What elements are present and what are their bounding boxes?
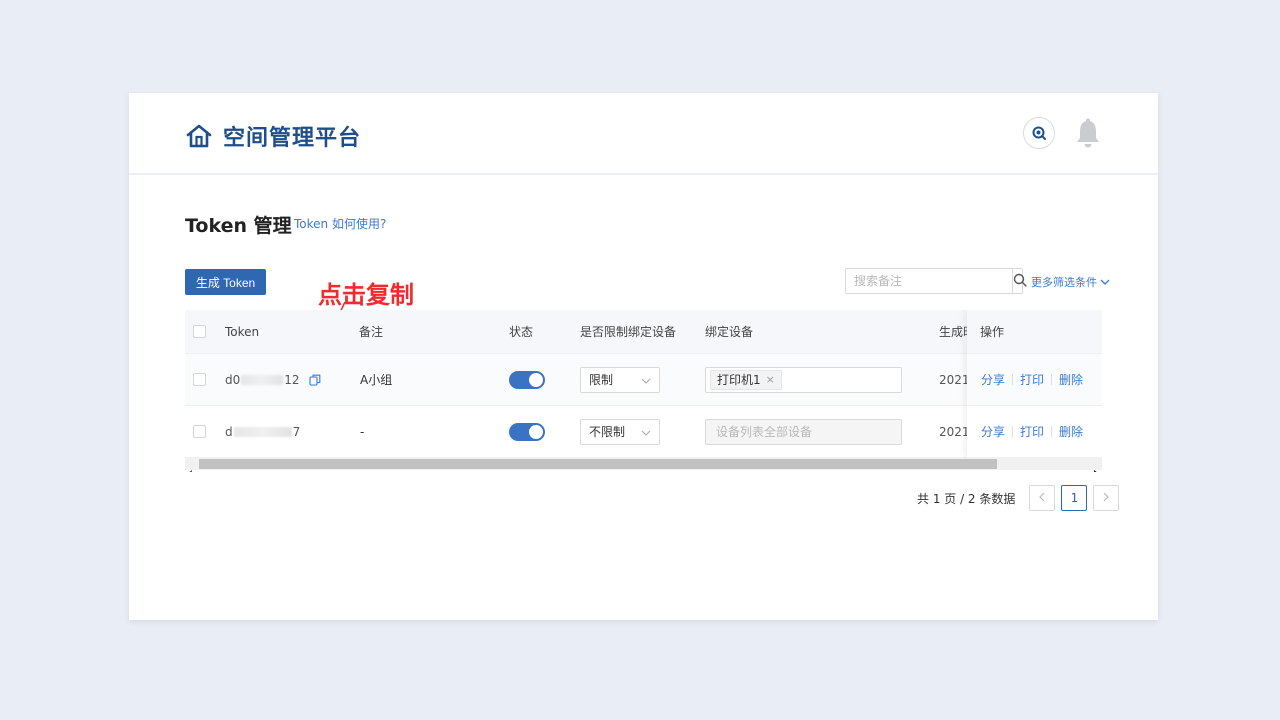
next-page-button[interactable] bbox=[1093, 485, 1120, 511]
tag-close-icon[interactable]: × bbox=[766, 373, 775, 386]
divider bbox=[1051, 374, 1053, 385]
token-prefix: d bbox=[225, 424, 233, 439]
delete-link[interactable]: 删除 bbox=[1059, 423, 1083, 440]
print-link[interactable]: 打印 bbox=[1020, 371, 1044, 388]
search-input[interactable] bbox=[846, 269, 1012, 293]
header-devices: 绑定设备 bbox=[705, 325, 754, 339]
divider bbox=[1012, 426, 1014, 437]
token-redacted bbox=[233, 426, 292, 437]
chevron-down-icon bbox=[641, 373, 651, 387]
select-all-checkbox[interactable] bbox=[193, 325, 206, 338]
token-prefix: d0 bbox=[225, 372, 241, 387]
token-suffix: 7 bbox=[292, 424, 301, 439]
chevron-right-icon bbox=[1103, 491, 1110, 505]
delete-link[interactable]: 删除 bbox=[1059, 371, 1083, 388]
prev-page-button[interactable] bbox=[1029, 485, 1056, 511]
search-icon bbox=[1013, 272, 1027, 291]
header-status: 状态 bbox=[509, 325, 534, 339]
device-tag: 打印机1 × bbox=[710, 369, 782, 390]
page-title: Token 管理 bbox=[185, 215, 292, 237]
print-link[interactable]: 打印 bbox=[1020, 423, 1044, 440]
top-bar: 空间管理平台 bbox=[129, 93, 1158, 175]
page-button[interactable]: 1 bbox=[1061, 485, 1088, 511]
toggle-knob bbox=[529, 424, 543, 439]
brand[interactable]: 空间管理平台 bbox=[185, 120, 361, 152]
chevron-down-icon bbox=[1097, 276, 1110, 289]
share-link[interactable]: 分享 bbox=[981, 423, 1005, 440]
divider bbox=[1012, 374, 1014, 385]
divider bbox=[1051, 426, 1053, 437]
search-box bbox=[845, 268, 1027, 294]
actions-row: 分享 打印 删除 bbox=[967, 406, 1102, 458]
header-actions: 操作 bbox=[967, 310, 1102, 354]
share-link[interactable]: 分享 bbox=[981, 371, 1005, 388]
limit-select[interactable]: 限制 bbox=[580, 366, 660, 393]
device-placeholder: 设备列表全部设备 bbox=[716, 425, 813, 439]
main-card: 空间管理平台 Token 管理 Token 如何使用? 生成 Token 点击复… bbox=[129, 93, 1158, 620]
generate-token-button[interactable]: 生成 Token bbox=[185, 269, 266, 295]
status-toggle[interactable] bbox=[509, 422, 545, 441]
pagination-summary: 共 1 页 / 2 条数据 bbox=[917, 491, 1016, 506]
chevron-down-icon bbox=[641, 425, 651, 439]
header-remark: 备注 bbox=[359, 325, 384, 339]
token-suffix: 12 bbox=[284, 372, 300, 387]
device-multiselect[interactable]: 设备列表全部设备 bbox=[705, 418, 902, 445]
row-checkbox[interactable] bbox=[193, 373, 206, 386]
search-button[interactable] bbox=[1012, 269, 1027, 293]
actions-row: 分享 打印 删除 bbox=[967, 354, 1102, 406]
pagination: 共 1 页 / 2 条数据 1 bbox=[917, 485, 1120, 511]
limit-value: 限制 bbox=[589, 373, 614, 387]
row-checkbox[interactable] bbox=[193, 425, 206, 438]
table-row: d 7 - 不限制 设备列表全部设备 2021/ bbox=[185, 406, 1102, 458]
table-header: Token 备注 状态 是否限制绑定设备 绑定设备 生成时 bbox=[185, 310, 1102, 354]
status-toggle[interactable] bbox=[509, 370, 545, 389]
help-link[interactable]: Token 如何使用? bbox=[294, 215, 386, 232]
scroll-right-icon[interactable] bbox=[1094, 461, 1099, 472]
app-title: 空间管理平台 bbox=[223, 126, 362, 151]
limit-select[interactable]: 不限制 bbox=[580, 418, 660, 445]
home-icon bbox=[185, 123, 213, 149]
scrollbar-thumb[interactable] bbox=[199, 459, 997, 469]
bell-icon[interactable] bbox=[1073, 118, 1103, 154]
chevron-left-icon bbox=[1039, 491, 1045, 505]
token-cell: d0 12 bbox=[225, 354, 321, 405]
toggle-knob bbox=[529, 372, 543, 387]
table-row: d0 12 A小组 限制 打印机1 × 2021/ bbox=[185, 354, 1102, 406]
more-filters-label: 更多筛选条件 bbox=[1031, 276, 1097, 289]
header-token: Token bbox=[225, 324, 260, 339]
remark-cell: - bbox=[360, 424, 365, 439]
limit-value: 不限制 bbox=[589, 425, 626, 439]
token-cell: d 7 bbox=[225, 406, 300, 457]
search-circle-icon[interactable] bbox=[1023, 117, 1055, 149]
horizontal-scrollbar[interactable] bbox=[185, 458, 1102, 472]
more-filters-link[interactable]: 更多筛选条件 bbox=[1031, 274, 1110, 290]
device-tag-label: 打印机1 bbox=[717, 373, 761, 387]
token-redacted bbox=[241, 374, 284, 385]
scroll-left-icon[interactable] bbox=[188, 461, 193, 472]
remark-cell: A小组 bbox=[360, 373, 393, 387]
header-limit: 是否限制绑定设备 bbox=[580, 325, 677, 339]
actions-column: 操作 分享 打印 删除 分享 打印 删除 bbox=[967, 310, 1102, 458]
device-multiselect[interactable]: 打印机1 × bbox=[705, 366, 902, 393]
copy-icon[interactable] bbox=[308, 374, 321, 386]
token-table: Token 备注 状态 是否限制绑定设备 绑定设备 生成时 d0 12 A小组 bbox=[185, 310, 1102, 472]
